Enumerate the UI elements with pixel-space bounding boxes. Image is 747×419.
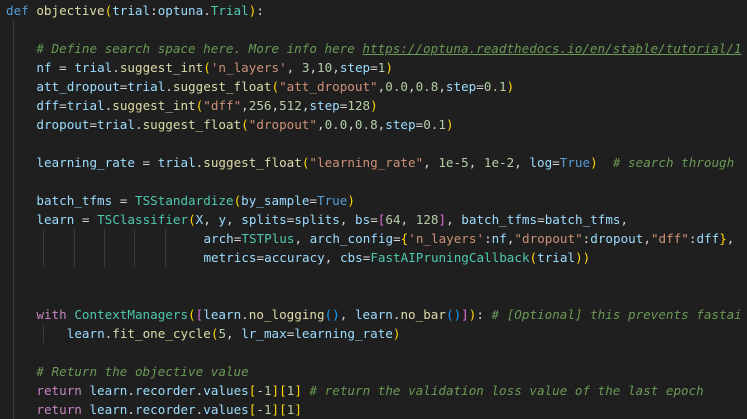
indent-guide	[13, 305, 14, 324]
indent-guide	[13, 115, 14, 134]
code-line[interactable]: dff=trial.suggest_int("dff",256,512,step…	[6, 96, 378, 115]
indent-guide	[13, 248, 14, 267]
indent-guide	[13, 381, 14, 400]
indent-guide	[13, 343, 14, 362]
indent-guide	[164, 229, 166, 248]
indent-guide	[13, 324, 14, 343]
code-line[interactable]: dropout=trial.suggest_float("dropout",0.…	[6, 115, 454, 134]
code-editor[interactable]: def objective(trial:optuna.Trial): # Def…	[0, 0, 747, 419]
code-line[interactable]: learn.fit_one_cycle(5, lr_max=learning_r…	[6, 324, 400, 343]
indent-guide	[103, 248, 105, 267]
indent-guide	[13, 191, 14, 210]
indent-guide	[43, 248, 45, 267]
indent-guide	[13, 172, 14, 191]
indent-guide	[73, 248, 75, 267]
indent-guide	[103, 229, 105, 248]
indent-guide	[13, 362, 14, 381]
code-line[interactable]: metrics=accuracy, cbs=FastAIPruningCallb…	[6, 248, 590, 267]
indent-guide	[13, 77, 14, 96]
indent-guide	[13, 400, 14, 419]
indent-guide	[13, 229, 14, 248]
code-line[interactable]: batch_tfms = TSStandardize(by_sample=Tru…	[6, 191, 355, 210]
code-line[interactable]: # Return the objective value	[6, 362, 249, 381]
indent-guide	[13, 210, 14, 229]
indent-guide	[13, 267, 14, 286]
code-line[interactable]: return learn.recorder.values[-1][1] # re…	[6, 381, 704, 400]
code-line[interactable]: # Define search space here. More info he…	[6, 39, 742, 58]
indent-guide	[13, 286, 14, 305]
indent-guide	[134, 229, 136, 248]
code-line[interactable]: def objective(trial:optuna.Trial):	[6, 1, 264, 20]
indent-guide	[134, 248, 136, 267]
code-line[interactable]: with ContextManagers([learn.no_logging()…	[6, 305, 742, 324]
code-line[interactable]: att_dropout=trial.suggest_float("att_dro…	[6, 77, 514, 96]
indent-guide	[13, 58, 14, 77]
code-line[interactable]: learn = TSClassifier(X, y, splits=splits…	[6, 210, 628, 229]
code-line[interactable]: nf = trial.suggest_int('n_layers', 3,10,…	[6, 58, 393, 77]
indent-guide	[13, 134, 14, 153]
indent-guide	[13, 20, 14, 39]
indent-guide	[73, 229, 75, 248]
code-line[interactable]: learning_rate = trial.suggest_float("lea…	[6, 153, 734, 172]
indent-guide	[43, 229, 45, 248]
indent-guide	[13, 39, 14, 58]
indent-guide	[164, 248, 166, 267]
indent-guide	[13, 96, 14, 115]
code-line[interactable]: arch=TSTPlus, arch_config={'n_layers':nf…	[6, 229, 734, 248]
indent-guide	[13, 153, 14, 172]
code-line[interactable]: return learn.recorder.values[-1][1]	[6, 400, 302, 419]
indent-guide	[43, 324, 45, 343]
